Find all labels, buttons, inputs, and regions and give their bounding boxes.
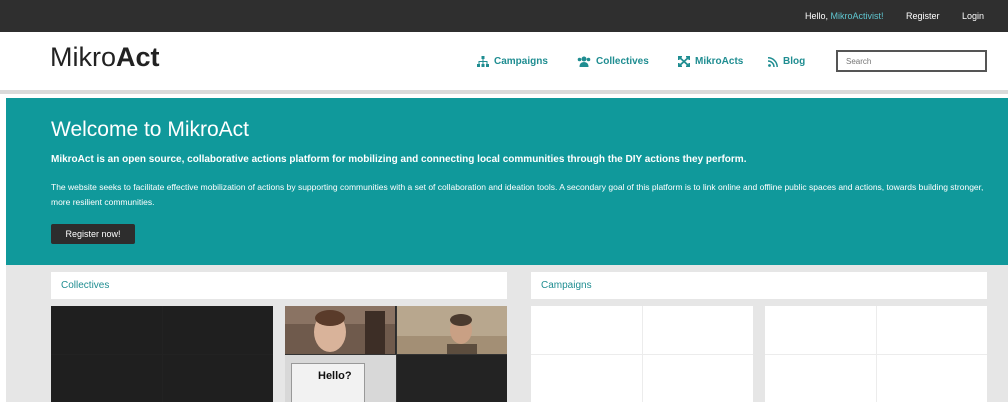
search-input[interactable] <box>836 50 987 72</box>
collective-thumbnail <box>51 306 162 354</box>
collective-photo <box>285 306 396 354</box>
campaign-thumbnail <box>642 306 753 354</box>
nav-mikroacts[interactable]: MikroActs <box>678 56 743 67</box>
nav-collectives-label: Collectives <box>596 56 649 67</box>
campaigns-section-header: Campaigns <box>531 272 987 299</box>
campaign-thumbnail <box>876 354 987 402</box>
person-photo-image <box>396 306 507 354</box>
nav-campaigns[interactable]: Campaigns <box>477 56 548 67</box>
campaign-thumbnail <box>876 306 987 354</box>
greeting: Hello, MikroActivist! <box>805 11 884 21</box>
hero-banner: Welcome to MikroAct MikroAct is an open … <box>6 98 1008 265</box>
campaign-thumbnail <box>531 306 642 354</box>
sitemap-icon <box>477 56 489 67</box>
register-now-button[interactable]: Register now! <box>51 224 135 244</box>
nav-blog-label: Blog <box>783 56 806 67</box>
logo-text-bold: Act <box>116 42 160 72</box>
hero-lead: MikroAct is an open source, collaborativ… <box>51 154 747 165</box>
rss-icon <box>768 56 778 67</box>
nav-collectives[interactable]: Collectives <box>577 56 649 67</box>
users-icon <box>577 56 591 67</box>
nav-campaigns-label: Campaigns <box>494 56 548 67</box>
collective-thumbnail <box>51 354 162 402</box>
username-link[interactable]: MikroActivist! <box>831 11 884 21</box>
campaigns-heading[interactable]: Campaigns <box>541 280 592 291</box>
hello-sign-text: Hello? <box>318 369 352 382</box>
collectives-heading[interactable]: Collectives <box>61 280 109 291</box>
collective-thumbnail <box>162 354 273 402</box>
campaign-card[interactable] <box>531 306 753 402</box>
logo-text-light: Mikro <box>50 42 116 72</box>
campaign-thumbnail <box>531 354 642 402</box>
campaign-card[interactable] <box>765 306 987 402</box>
register-link[interactable]: Register <box>906 11 940 21</box>
greeting-prefix: Hello, <box>805 11 831 21</box>
collective-photo <box>396 306 507 354</box>
expand-arrows-icon <box>678 56 690 67</box>
collective-photo: Hello? <box>285 354 396 402</box>
hero-description: The website seeks to facilitate effectiv… <box>51 182 984 207</box>
top-bar: Hello, MikroActivist! Register Login <box>0 0 1008 32</box>
campaign-thumbnail <box>765 354 876 402</box>
hero-title: Welcome to MikroAct <box>51 118 249 141</box>
collective-card[interactable] <box>51 306 273 402</box>
site-header: MikroAct Campaigns Collectives MikroActs… <box>0 32 1008 94</box>
collectives-section-header: Collectives <box>51 272 507 299</box>
collective-thumbnail <box>162 306 273 354</box>
nav-mikroacts-label: MikroActs <box>695 56 744 67</box>
person-photo-image <box>285 306 395 354</box>
collective-card[interactable]: Hello? <box>285 306 507 402</box>
content-area: Collectives Campaigns Hello? <box>6 265 1008 402</box>
collective-thumbnail <box>396 354 507 402</box>
nav-blog[interactable]: Blog <box>768 56 805 67</box>
login-link[interactable]: Login <box>962 11 984 21</box>
hello-sign: Hello? <box>291 362 365 402</box>
site-logo[interactable]: MikroAct <box>50 42 160 73</box>
campaign-thumbnail <box>765 306 876 354</box>
campaign-thumbnail <box>642 354 753 402</box>
